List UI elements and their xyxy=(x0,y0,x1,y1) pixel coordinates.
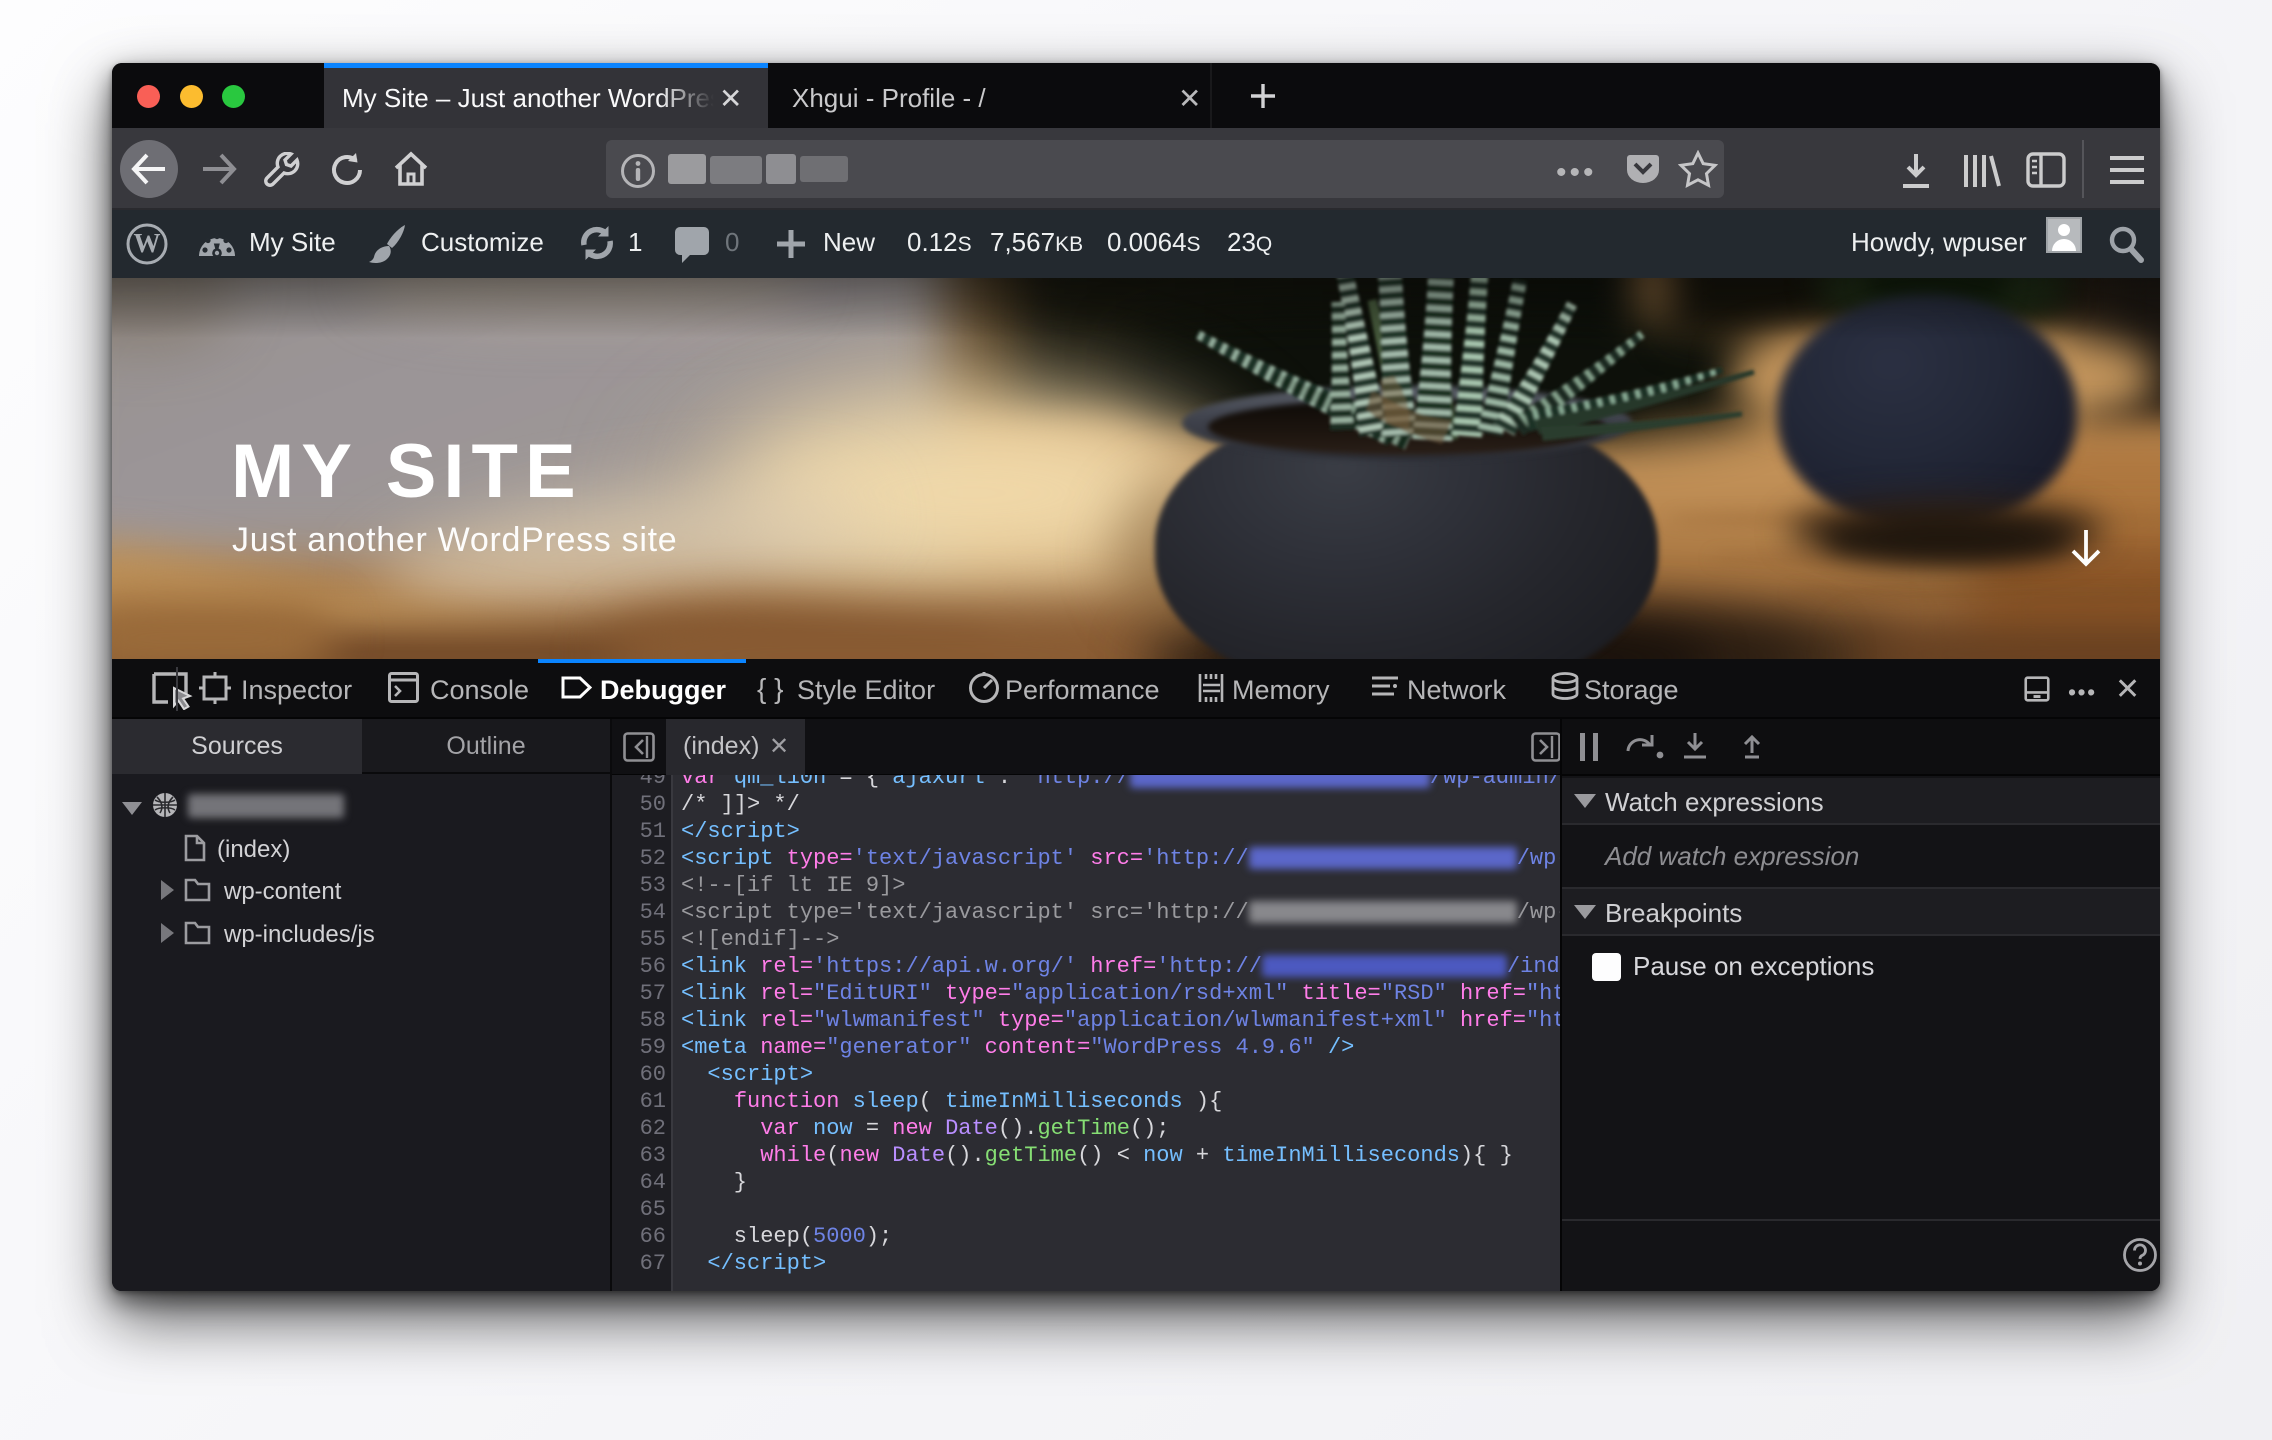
svg-text:W: W xyxy=(134,228,161,258)
